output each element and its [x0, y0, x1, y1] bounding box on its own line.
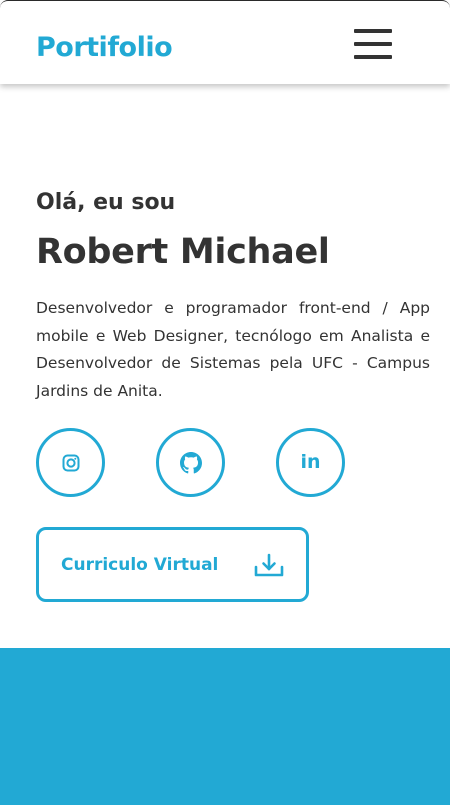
hero-greeting: Olá, eu sou: [36, 190, 176, 215]
next-section-band: [0, 648, 450, 805]
github-icon: [179, 451, 202, 473]
download-icon: [254, 553, 284, 577]
menu-bar: [354, 29, 392, 33]
menu-bar: [354, 42, 392, 46]
curriculo-virtual-button[interactable]: Curriculo Virtual: [36, 527, 309, 602]
brand-logo[interactable]: Portifolio: [36, 31, 173, 65]
cv-button-label: Curriculo Virtual: [61, 555, 219, 575]
hero-bio: Desenvolvedor e programador front-end / …: [36, 299, 430, 400]
hero-name: Robert Michael: [36, 232, 330, 272]
github-button[interactable]: [156, 428, 225, 497]
linkedin-button[interactable]: in: [276, 428, 345, 497]
top-navbar: Portifolio: [0, 0, 450, 84]
hamburger-menu-icon[interactable]: [352, 29, 392, 61]
instagram-icon: [62, 454, 79, 471]
linkedin-icon: in: [300, 451, 321, 473]
menu-bar: [354, 55, 392, 59]
instagram-button[interactable]: [36, 428, 105, 497]
